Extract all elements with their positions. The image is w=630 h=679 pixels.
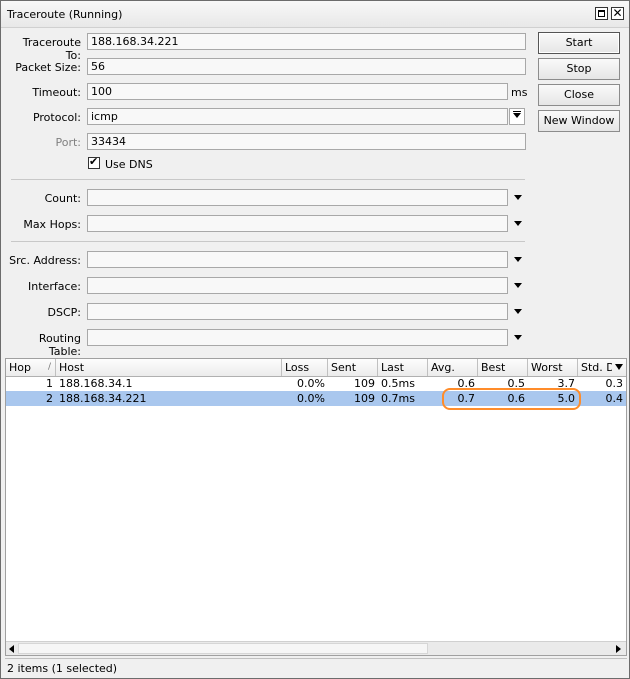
packet-size-label: Packet Size: bbox=[15, 61, 81, 74]
scroll-right-icon[interactable] bbox=[616, 645, 621, 653]
cell-sent: 109 bbox=[354, 392, 375, 405]
count-dropdown-icon[interactable] bbox=[513, 192, 523, 202]
src-address-label: Src. Address: bbox=[9, 254, 81, 267]
col-avg[interactable]: Avg. bbox=[428, 359, 478, 376]
maximize-icon[interactable] bbox=[595, 7, 608, 20]
cell-last: 0.7ms bbox=[381, 392, 415, 405]
port-field[interactable]: 33434 bbox=[87, 133, 526, 150]
col-loss[interactable]: Loss bbox=[282, 359, 328, 376]
protocol-dropdown-icon[interactable] bbox=[509, 108, 525, 125]
col-std-dev[interactable]: Std. Dev. bbox=[578, 359, 612, 376]
protocol-label: Protocol: bbox=[32, 111, 81, 124]
max-hops-label: Max Hops: bbox=[23, 218, 81, 231]
col-host[interactable]: Host bbox=[56, 359, 282, 376]
dscp-field[interactable] bbox=[87, 303, 508, 320]
column-menu-icon[interactable] bbox=[615, 364, 623, 370]
interface-field[interactable] bbox=[87, 277, 508, 294]
interface-dropdown-icon[interactable] bbox=[513, 280, 523, 290]
cell-loss: 0.0% bbox=[297, 392, 325, 405]
cell-std-dev: 0.3 bbox=[605, 377, 624, 390]
horizontal-scrollbar[interactable] bbox=[6, 641, 626, 655]
title-bar[interactable]: Traceroute (Running) ✕ bbox=[1, 1, 629, 28]
separator bbox=[11, 241, 525, 242]
col-best[interactable]: Best bbox=[478, 359, 528, 376]
start-button[interactable]: Start bbox=[538, 32, 620, 54]
separator bbox=[11, 179, 525, 180]
max-hops-dropdown-icon[interactable] bbox=[513, 218, 523, 228]
routing-table-label: Routing Table: bbox=[38, 332, 81, 358]
col-sent[interactable]: Sent bbox=[328, 359, 378, 376]
cell-sent: 109 bbox=[354, 377, 375, 390]
cell-loss: 0.0% bbox=[297, 377, 325, 390]
src-address-field[interactable] bbox=[87, 251, 508, 268]
dscp-dropdown-icon[interactable] bbox=[513, 306, 523, 316]
cell-last: 0.5ms bbox=[381, 377, 415, 390]
cell-std-dev: 0.4 bbox=[605, 392, 624, 405]
count-label: Count: bbox=[44, 192, 81, 205]
col-last[interactable]: Last bbox=[378, 359, 428, 376]
stop-button[interactable]: Stop bbox=[538, 58, 620, 80]
traceroute-to-label: Traceroute To: bbox=[22, 36, 81, 62]
highlight-annotation bbox=[442, 388, 581, 410]
close-button[interactable]: Close bbox=[538, 84, 620, 106]
window-title: Traceroute (Running) bbox=[7, 8, 123, 21]
routing-table-field[interactable] bbox=[87, 329, 508, 346]
use-dns-label: Use DNS bbox=[105, 158, 153, 171]
max-hops-field[interactable] bbox=[87, 215, 508, 232]
use-dns-checkbox[interactable] bbox=[88, 155, 100, 169]
routing-table-dropdown-icon[interactable] bbox=[513, 332, 523, 342]
dscp-label: DSCP: bbox=[47, 306, 81, 319]
interface-label: Interface: bbox=[28, 280, 81, 293]
cell-host: 188.168.34.221 bbox=[59, 392, 147, 405]
protocol-select[interactable]: icmp bbox=[87, 108, 508, 125]
traceroute-to-field[interactable]: 188.168.34.221 bbox=[87, 33, 526, 50]
scroll-thumb[interactable] bbox=[18, 643, 428, 654]
cell-hop: 2 bbox=[46, 392, 53, 405]
count-field[interactable] bbox=[87, 189, 508, 206]
status-text: 2 items (1 selected) bbox=[7, 662, 118, 675]
col-hop[interactable]: Hop / bbox=[6, 359, 56, 376]
timeout-unit: ms bbox=[511, 86, 528, 99]
timeout-field[interactable]: 100 bbox=[87, 83, 508, 100]
port-label: Port: bbox=[55, 136, 81, 149]
scroll-left-icon[interactable] bbox=[9, 645, 14, 653]
src-address-dropdown-icon[interactable] bbox=[513, 254, 523, 264]
new-window-button[interactable]: New Window bbox=[538, 110, 620, 132]
traceroute-window: Traceroute (Running) ✕ Traceroute To: 18… bbox=[0, 0, 630, 679]
sort-icon: / bbox=[48, 362, 52, 372]
close-window-icon[interactable]: ✕ bbox=[611, 7, 624, 20]
timeout-label: Timeout: bbox=[32, 86, 81, 99]
table-header: Hop / Host Loss Sent Last Avg. Best Worst… bbox=[6, 359, 626, 377]
cell-hop: 1 bbox=[46, 377, 53, 390]
col-worst[interactable]: Worst bbox=[528, 359, 578, 376]
status-bar: 2 items (1 selected) bbox=[5, 658, 627, 677]
packet-size-field[interactable]: 56 bbox=[87, 58, 526, 75]
cell-host: 188.168.34.1 bbox=[59, 377, 133, 390]
